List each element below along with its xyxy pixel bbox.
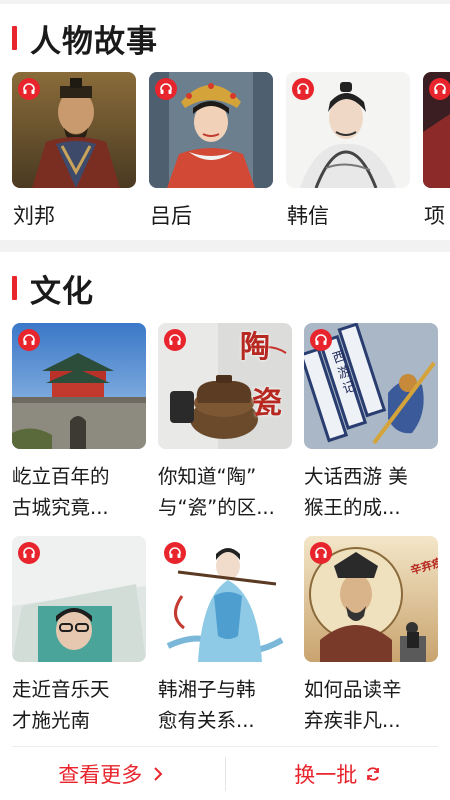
culture-card-xin-qiji[interactable]: 辛弃疾 如何品读辛 弃疾非凡... (304, 536, 438, 736)
headphones-icon (164, 329, 186, 351)
section-title-people: 人物故事 (30, 23, 158, 60)
title-line: 弃疾非凡... (304, 709, 401, 732)
culture-card-title: 如何品读辛 弃疾非凡... (304, 674, 438, 736)
title-line: 韩湘子与韩 (158, 678, 256, 701)
culture-card-ancient-city[interactable]: 屹立百年的 古城究竟... (12, 323, 146, 523)
title-line: 屹立百年的 (12, 465, 110, 488)
title-line: 与“瓷”的区... (158, 496, 275, 519)
headphones-icon (164, 542, 186, 564)
section-accent-bar (12, 26, 17, 50)
person-name: 吕后 (150, 204, 192, 228)
person-card-xiang[interactable]: 项 (423, 72, 450, 232)
culture-card-title: 走近音乐天 才施光南 (12, 674, 146, 736)
person-card-lvhou[interactable]: 吕后 (149, 72, 273, 232)
culture-card-title: 你知道“陶” 与“瓷”的区... (158, 461, 292, 523)
culture-card-title: 屹立百年的 古城究竟... (12, 461, 146, 523)
headphones-icon (310, 542, 332, 564)
culture-card-han-xiangzi[interactable]: 韩湘子与韩 愈有关系... (158, 536, 292, 736)
title-line: 愈有关系... (158, 709, 255, 732)
culture-card-shi-guangnan[interactable]: 走近音乐天 才施光南 (12, 536, 146, 736)
culture-card-journey-west[interactable]: 西游记 大话西游 美 猴王的成... (304, 323, 438, 523)
section-accent-bar (12, 276, 17, 300)
footer-actions: 查看更多 换一批 (0, 747, 450, 800)
person-thumbnail[interactable] (12, 72, 136, 188)
culture-card-pottery[interactable]: 陶 瓷 你知道“陶” 与“瓷”的区... (158, 323, 292, 523)
headphones-icon (18, 329, 40, 351)
headphones-icon (310, 329, 332, 351)
person-thumbnail[interactable] (286, 72, 410, 188)
person-name: 韩信 (287, 204, 329, 228)
title-line: 猴王的成... (304, 496, 401, 519)
chevron-right-icon (154, 766, 163, 781)
culture-thumbnail[interactable] (12, 323, 146, 449)
title-line: 古城究竟... (12, 496, 109, 519)
culture-thumbnail[interactable]: 陶 瓷 (158, 323, 292, 449)
culture-card-title: 韩湘子与韩 愈有关系... (158, 674, 292, 736)
person-thumbnail[interactable] (423, 72, 450, 188)
person-thumbnail[interactable] (149, 72, 273, 188)
headphones-icon (155, 78, 177, 100)
title-line: 你知道“陶” (158, 465, 257, 488)
person-card-liubang[interactable]: 刘邦 (12, 72, 136, 232)
headphones-icon (292, 78, 314, 100)
thumb-text-ci: 瓷 (252, 386, 282, 421)
section-header-culture: 文化 (0, 264, 450, 312)
top-divider (0, 0, 450, 4)
person-card-hanxin[interactable]: 韩信 (286, 72, 410, 232)
thumb-text-tao: 陶 (240, 330, 270, 365)
headphones-icon (18, 78, 40, 100)
view-more-label: 查看更多 (58, 762, 143, 787)
refresh-batch-button[interactable]: 换一批 (226, 747, 450, 800)
title-line: 大话西游 美 (304, 465, 408, 488)
culture-thumbnail[interactable]: 辛弃疾 (304, 536, 438, 662)
title-line: 如何品读辛 (304, 678, 402, 701)
section-divider (0, 240, 450, 252)
person-name: 刘邦 (13, 204, 55, 228)
section-title-culture: 文化 (30, 273, 94, 310)
refresh-label: 换一批 (294, 762, 358, 787)
view-more-button[interactable]: 查看更多 (0, 747, 225, 800)
headphones-icon (18, 542, 40, 564)
headphones-icon (429, 78, 450, 100)
people-carousel[interactable]: 刘邦 吕后 韩信 项 (0, 72, 450, 232)
title-line: 才施光南 (12, 709, 91, 732)
culture-card-title: 大话西游 美 猴王的成... (304, 461, 438, 523)
culture-thumbnail[interactable]: 西游记 (304, 323, 438, 449)
refresh-icon (367, 766, 380, 781)
culture-thumbnail[interactable] (12, 536, 146, 662)
title-line: 走近音乐天 (12, 678, 110, 701)
section-header-people: 人物故事 (0, 14, 450, 62)
culture-thumbnail[interactable] (158, 536, 292, 662)
person-name: 项 (424, 204, 445, 228)
